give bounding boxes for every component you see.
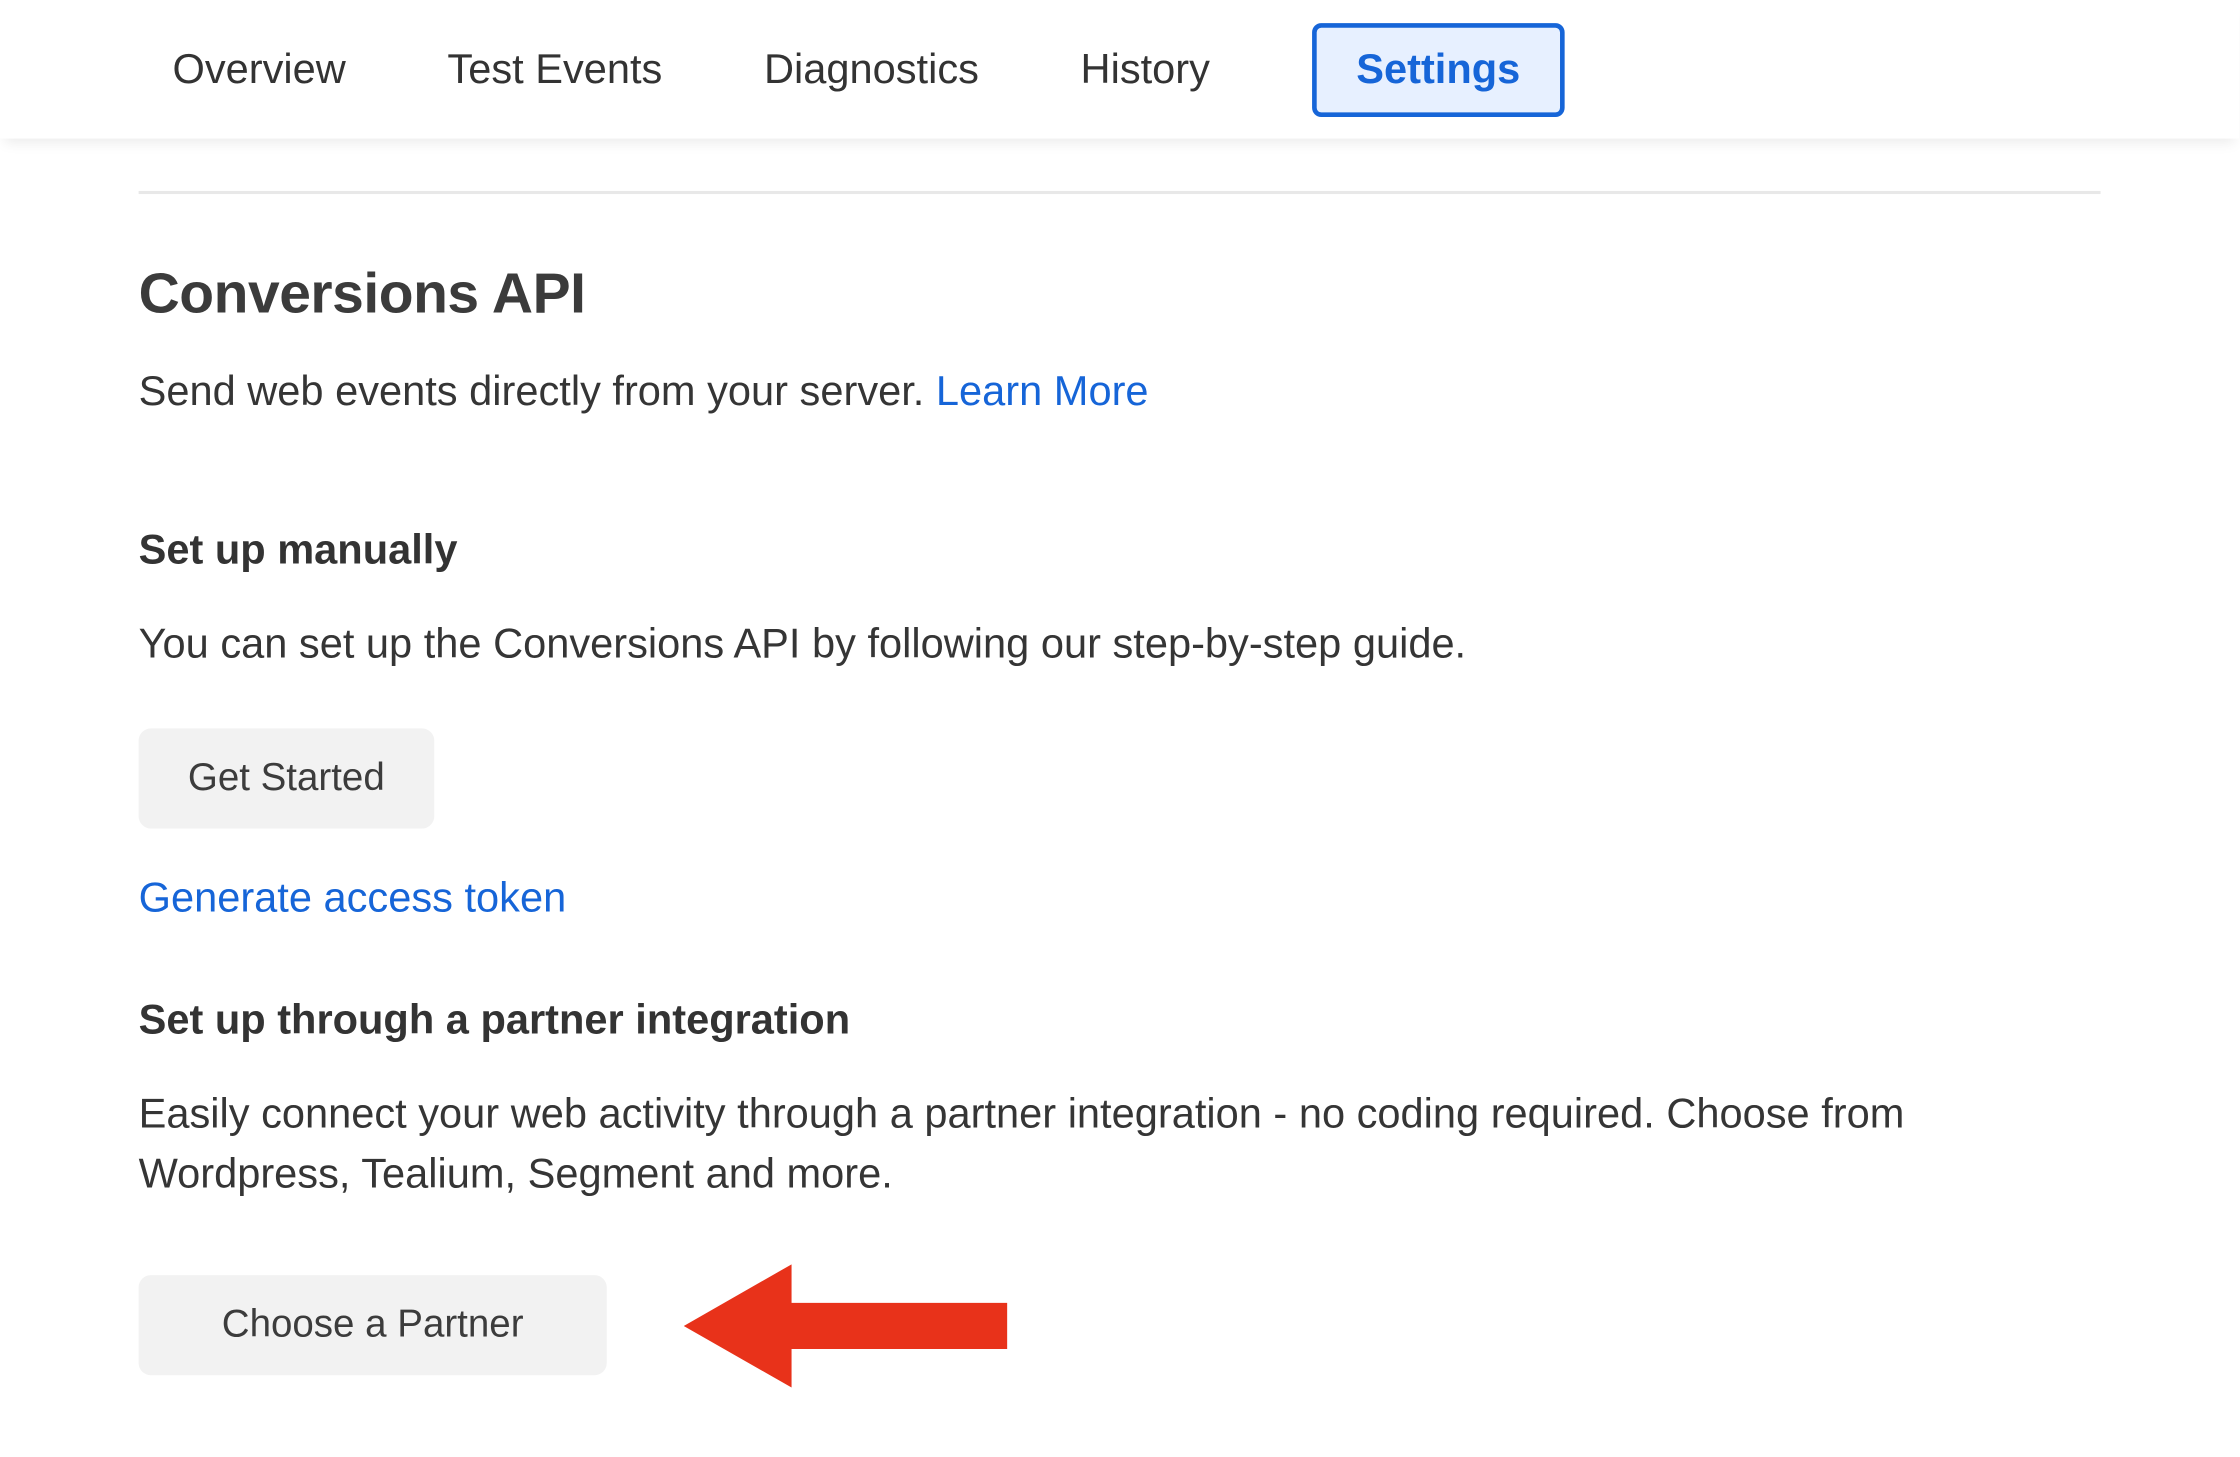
get-started-button[interactable]: Get Started [139, 728, 434, 828]
tab-settings[interactable]: Settings [1312, 22, 1565, 116]
manual-heading: Set up manually [139, 527, 2101, 575]
page-title: Conversions API [139, 262, 2101, 327]
lead-text: Send web events directly from your serve… [139, 363, 2101, 419]
partner-heading: Set up through a partner integration [139, 996, 2101, 1044]
tab-bar: Overview Test Events Diagnostics History… [0, 0, 2239, 139]
section-divider [139, 191, 2101, 194]
lead-text-body: Send web events directly from your serve… [139, 368, 936, 414]
choose-partner-button[interactable]: Choose a Partner [139, 1276, 607, 1376]
tab-diagnostics[interactable]: Diagnostics [764, 33, 979, 105]
tab-overview[interactable]: Overview [172, 33, 345, 105]
tab-test-events[interactable]: Test Events [447, 33, 662, 105]
partner-body: Easily connect your web activity through… [139, 1084, 1956, 1205]
generate-access-token-link[interactable]: Generate access token [139, 874, 567, 922]
manual-body: You can set up the Conversions API by fo… [139, 615, 1956, 675]
arrow-left-icon [684, 1256, 1023, 1395]
learn-more-link[interactable]: Learn More [936, 368, 1149, 414]
tab-history[interactable]: History [1081, 33, 1210, 105]
